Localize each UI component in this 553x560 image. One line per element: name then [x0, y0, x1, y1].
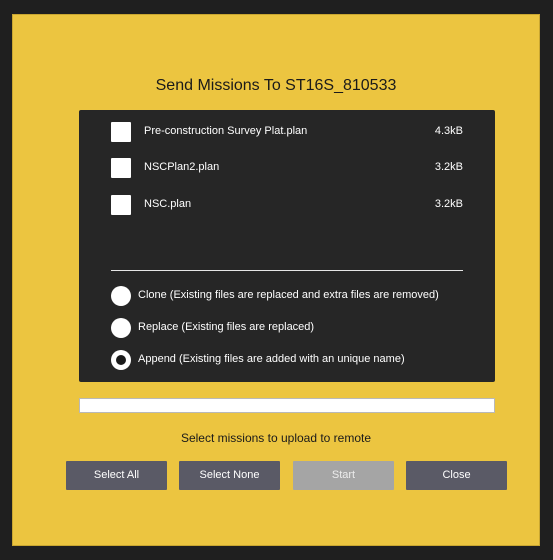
start-button[interactable]: Start — [293, 461, 394, 490]
replace-label: Replace (Existing files are replaced) — [138, 321, 315, 333]
append-label: Append (Existing files are added with an… — [138, 353, 405, 365]
file-size: 3.2kB — [434, 198, 463, 210]
file-checkbox[interactable] — [111, 122, 131, 142]
file-name: Pre-construction Survey Plat.plan — [144, 125, 308, 137]
upload-progress-bar — [79, 398, 495, 413]
divider — [111, 270, 463, 271]
file-checkbox[interactable] — [111, 195, 131, 215]
mode-option-append[interactable]: Append (Existing files are added with an… — [111, 350, 485, 372]
file-name: NSCPlan2.plan — [144, 161, 220, 173]
clone-label: Clone (Existing files are replaced and e… — [138, 289, 439, 301]
select-none-button[interactable]: Select None — [179, 461, 280, 490]
dialog-title: Send Missions To ST16S_810533 — [155, 77, 397, 94]
clone-radio[interactable] — [111, 286, 131, 306]
file-row[interactable]: NSC.plan 3.2kB — [111, 195, 463, 217]
missions-panel: Pre-construction Survey Plat.plan 4.3kB … — [79, 110, 495, 382]
status-text: Select missions to upload to remote — [180, 431, 372, 445]
send-missions-dialog: Send Missions To ST16S_810533 Pre-constr… — [12, 14, 540, 546]
close-button[interactable]: Close — [406, 461, 507, 490]
file-size: 3.2kB — [434, 161, 463, 173]
file-size: 4.3kB — [434, 125, 463, 137]
file-checkbox[interactable] — [111, 158, 131, 178]
replace-radio[interactable] — [111, 318, 131, 338]
select-all-button[interactable]: Select All — [66, 461, 167, 490]
append-radio[interactable] — [111, 350, 131, 370]
file-row[interactable]: NSCPlan2.plan 3.2kB — [111, 158, 463, 180]
mode-option-clone[interactable]: Clone (Existing files are replaced and e… — [111, 286, 485, 308]
file-row[interactable]: Pre-construction Survey Plat.plan 4.3kB — [111, 122, 463, 144]
file-name: NSC.plan — [144, 198, 192, 210]
mode-option-replace[interactable]: Replace (Existing files are replaced) — [111, 318, 485, 340]
